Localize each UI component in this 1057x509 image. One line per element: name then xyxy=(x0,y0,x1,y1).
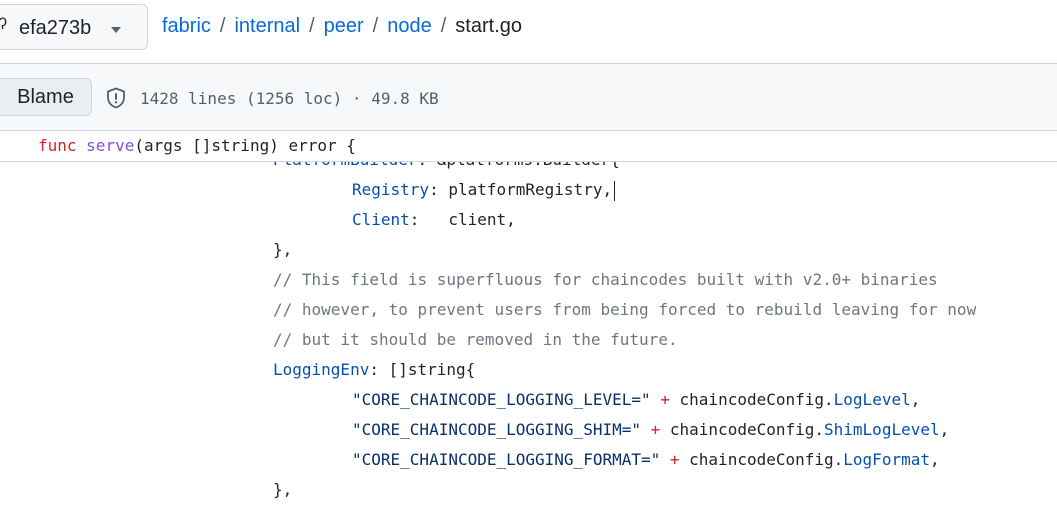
code-property: Client xyxy=(352,210,410,229)
code-text: : platformRegistry, xyxy=(429,180,613,199)
code-text: , xyxy=(910,390,921,409)
breadcrumb-link-peer[interactable]: peer xyxy=(324,15,364,37)
code-text: : []string{ xyxy=(369,360,476,379)
code-view[interactable]: func serve(args []string) error { Platfo… xyxy=(0,131,1057,509)
code-text: , xyxy=(929,450,940,469)
code-line: LoggingEnv: []string{ xyxy=(273,358,475,382)
breadcrumb-link-node[interactable]: node xyxy=(387,15,432,37)
code-line: }, xyxy=(273,480,293,499)
branch-label: efa273b xyxy=(19,17,92,39)
chevron-down-icon xyxy=(111,27,121,33)
blame-button[interactable]: Blame xyxy=(0,78,92,116)
code-property: Registry xyxy=(352,180,430,199)
breadcrumb: fabric / internal / peer / node / start.go xyxy=(162,15,522,38)
code-function-name: serve xyxy=(86,136,135,155)
file-info: 1428 lines (1256 loc) · 49.8 KB xyxy=(140,89,439,108)
code-property: LoggingEnv xyxy=(273,360,370,379)
code-line: "CORE_CHAINCODE_LOGGING_FORMAT=" + chain… xyxy=(352,448,940,472)
branch-icon: ʔ xyxy=(0,16,7,33)
code-operator: + xyxy=(650,390,680,409)
code-line: Registry: platformRegistry, xyxy=(352,178,616,202)
breadcrumb-separator: / xyxy=(440,15,447,37)
breadcrumb-separator: / xyxy=(309,15,315,37)
sticky-function-header[interactable]: func serve(args []string) error { xyxy=(0,131,1057,162)
code-comment: // This field is superfluous for chainco… xyxy=(273,270,938,289)
code-string: "CORE_CHAINCODE_LOGGING_FORMAT=" xyxy=(352,450,661,469)
code-line: "CORE_CHAINCODE_LOGGING_LEVEL=" + chainc… xyxy=(352,388,920,412)
code-operator: + xyxy=(660,450,690,469)
code-text: chaincodeConfig. xyxy=(689,450,844,469)
code-line: "CORE_CHAINCODE_LOGGING_SHIM=" + chainco… xyxy=(352,418,949,442)
code-string: "CORE_CHAINCODE_LOGGING_LEVEL=" xyxy=(352,390,651,409)
code-string: "CORE_CHAINCODE_LOGGING_SHIM=" xyxy=(352,420,641,439)
code-property: LogFormat xyxy=(843,450,930,469)
breadcrumb-current-file: start.go xyxy=(455,15,522,37)
code-property: ShimLogLevel xyxy=(824,420,940,439)
code-line: Client: client, xyxy=(352,208,516,232)
breadcrumb-link-fabric[interactable]: fabric xyxy=(162,15,211,37)
breadcrumb-separator: / xyxy=(219,15,226,37)
code-comment: // however, to prevent users from being … xyxy=(273,300,977,319)
branch-selector[interactable]: ʔ efa273b xyxy=(0,4,148,50)
breadcrumb-separator: / xyxy=(372,15,379,37)
breadcrumb-link-internal[interactable]: internal xyxy=(234,15,300,37)
code-line: }, xyxy=(273,240,293,259)
code-text: chaincodeConfig. xyxy=(679,390,834,409)
code-keyword: func xyxy=(38,136,77,155)
file-header: ʔ efa273b fabric / internal / peer / node / star… xyxy=(0,0,1057,64)
file-toolbar: Blame 1428 lines (1256 loc) · 49.8 KB xyxy=(0,64,1057,131)
code-operator: + xyxy=(640,420,670,439)
shield-icon[interactable] xyxy=(104,86,128,110)
code-text: : client, xyxy=(409,210,516,229)
code-property: LogLevel xyxy=(833,390,911,409)
code-comment: // but it should be removed in the futur… xyxy=(273,330,678,349)
code-text: (args []string) error { xyxy=(134,136,356,155)
code-line: func serve(args []string) error { xyxy=(38,134,356,158)
code-text: , xyxy=(939,420,950,439)
text-cursor xyxy=(614,180,616,201)
code-text: chaincodeConfig. xyxy=(669,420,825,439)
